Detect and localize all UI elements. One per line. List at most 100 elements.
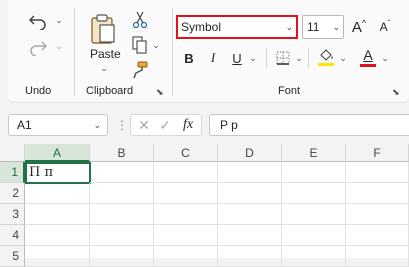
row-header-4[interactable]: 4 bbox=[0, 225, 25, 246]
cell-d1[interactable] bbox=[218, 162, 282, 183]
cell-c4[interactable] bbox=[154, 225, 218, 246]
redo-dropdown-icon[interactable]: ⌄ bbox=[54, 40, 64, 52]
caret-up-icon: ^ bbox=[361, 18, 367, 28]
borders-button[interactable] bbox=[274, 48, 292, 68]
cell-c3[interactable] bbox=[154, 204, 218, 225]
cancel-icon[interactable]: ✕ bbox=[135, 116, 153, 134]
column-header-b[interactable]: B bbox=[90, 144, 154, 162]
formula-buttons: ✕ ✓ fx bbox=[130, 114, 202, 136]
column-header-e[interactable]: E bbox=[282, 144, 346, 162]
group-divider bbox=[172, 8, 173, 96]
format-painter-button[interactable] bbox=[130, 60, 150, 80]
row-header-2[interactable]: 2 bbox=[0, 183, 25, 204]
column-header-c[interactable]: C bbox=[154, 144, 218, 162]
underline-dropdown-icon[interactable]: ⌄ bbox=[248, 52, 258, 64]
insert-function-button[interactable]: fx bbox=[177, 116, 199, 134]
cell-e2[interactable] bbox=[282, 183, 346, 204]
worksheet-grid: A B C D E F 1 2 3 4 5 Π π bbox=[0, 144, 409, 267]
undo-dropdown-icon[interactable]: ⌄ bbox=[54, 14, 64, 26]
cell-a5[interactable] bbox=[25, 246, 90, 267]
grow-font-glyph: A bbox=[351, 18, 362, 36]
borders-dropdown-icon[interactable]: ⌄ bbox=[294, 52, 304, 64]
cell-e5[interactable] bbox=[282, 246, 346, 267]
cell-f2[interactable] bbox=[346, 183, 409, 204]
paste-dropdown-icon[interactable]: ⌄ bbox=[99, 63, 109, 73]
bold-button[interactable]: B bbox=[180, 48, 198, 68]
row-header-5[interactable]: 5 bbox=[0, 246, 25, 267]
cell-d4[interactable] bbox=[218, 225, 282, 246]
select-all-button[interactable] bbox=[0, 144, 25, 162]
increase-font-size-button[interactable]: A ^ bbox=[348, 15, 370, 39]
cell-b5[interactable] bbox=[90, 246, 154, 267]
formula-bar-grip-icon[interactable]: ⋮ bbox=[116, 118, 128, 132]
cell-f5[interactable] bbox=[346, 246, 409, 267]
cell-e4[interactable] bbox=[282, 225, 346, 246]
italic-button[interactable]: I bbox=[204, 48, 222, 68]
name-box[interactable]: A1 ⌄ bbox=[8, 114, 108, 136]
cell-b1[interactable] bbox=[90, 162, 154, 183]
cell-e3[interactable] bbox=[282, 204, 346, 225]
cell-a2[interactable] bbox=[25, 183, 90, 204]
cell-b4[interactable] bbox=[90, 225, 154, 246]
cut-button[interactable] bbox=[130, 10, 150, 30]
decrease-font-size-button[interactable]: Aˇ bbox=[374, 15, 396, 39]
paste-button[interactable] bbox=[86, 10, 120, 48]
copy-button[interactable] bbox=[130, 35, 150, 55]
paint-bucket-icon bbox=[318, 49, 334, 66]
column-header-f[interactable]: F bbox=[346, 144, 409, 162]
cell-e1[interactable] bbox=[282, 162, 346, 183]
font-size-combobox[interactable]: 11 ⌄ bbox=[302, 15, 344, 39]
row-header-3[interactable]: 3 bbox=[0, 204, 25, 225]
font-color-dropdown-icon[interactable]: ⌄ bbox=[380, 52, 390, 64]
font-color-bar bbox=[360, 63, 376, 67]
cell-b2[interactable] bbox=[90, 183, 154, 204]
cell-d5[interactable] bbox=[218, 246, 282, 267]
redo-button[interactable] bbox=[24, 36, 52, 58]
cell-f4[interactable] bbox=[346, 225, 409, 246]
cell-d3[interactable] bbox=[218, 204, 282, 225]
undo-icon bbox=[28, 15, 46, 30]
font-color-button[interactable]: A bbox=[358, 46, 378, 68]
enter-icon[interactable]: ✓ bbox=[156, 116, 174, 134]
clipboard-icon bbox=[91, 14, 115, 44]
cell-c2[interactable] bbox=[154, 183, 218, 204]
group-divider bbox=[74, 8, 75, 96]
ribbon: ⌄ ⌄ Undo Paste ⌄ ⌄ Clipboard ⬊ Symbol ⌄ … bbox=[8, 0, 409, 103]
copy-icon bbox=[132, 36, 147, 54]
font-dialog-launcher-icon[interactable]: ⬊ bbox=[392, 87, 400, 98]
font-color-glyph: A bbox=[363, 46, 373, 63]
underline-button[interactable]: U bbox=[228, 48, 246, 68]
cell-f3[interactable] bbox=[346, 204, 409, 225]
fill-color-button[interactable] bbox=[316, 46, 336, 68]
cell-f1[interactable] bbox=[346, 162, 409, 183]
cell-a1[interactable]: Π π bbox=[25, 162, 91, 184]
cell-c5[interactable] bbox=[154, 246, 218, 267]
paintbrush-icon bbox=[133, 61, 148, 79]
column-header-d[interactable]: D bbox=[218, 144, 282, 162]
clipboard-group-label: Clipboard bbox=[86, 85, 134, 97]
paste-label[interactable]: Paste bbox=[90, 47, 121, 61]
font-group-label: Font bbox=[278, 85, 301, 97]
fill-color-dropdown-icon[interactable]: ⌄ bbox=[338, 52, 348, 64]
font-name-combobox[interactable]: Symbol ⌄ bbox=[176, 15, 298, 39]
borders-icon bbox=[276, 51, 290, 65]
cell-c1[interactable] bbox=[154, 162, 218, 183]
undo-button[interactable] bbox=[24, 10, 52, 32]
copy-dropdown-icon[interactable]: ⌄ bbox=[151, 40, 161, 50]
cell-b3[interactable] bbox=[90, 204, 154, 225]
caret-down-icon: ˇ bbox=[387, 18, 391, 28]
clipboard-dialog-launcher-icon[interactable]: ⬊ bbox=[156, 87, 164, 98]
name-box-dropdown-icon[interactable]: ⌄ bbox=[93, 115, 101, 135]
font-name-dropdown-icon[interactable]: ⌄ bbox=[285, 17, 293, 37]
formula-input[interactable]: P p bbox=[209, 114, 409, 136]
name-box-value: A1 bbox=[17, 118, 32, 132]
font-size-value: 11 bbox=[307, 20, 320, 34]
row-header-1[interactable]: 1 bbox=[0, 162, 25, 183]
cell-a3[interactable] bbox=[25, 204, 90, 225]
column-header-a[interactable]: A bbox=[25, 144, 90, 162]
cell-a4[interactable] bbox=[25, 225, 90, 246]
cell-d2[interactable] bbox=[218, 183, 282, 204]
shrink-font-glyph: A bbox=[379, 20, 388, 34]
font-size-dropdown-icon[interactable]: ⌄ bbox=[332, 16, 340, 38]
formula-bar: A1 ⌄ ⋮ ✕ ✓ fx P p bbox=[0, 110, 409, 140]
